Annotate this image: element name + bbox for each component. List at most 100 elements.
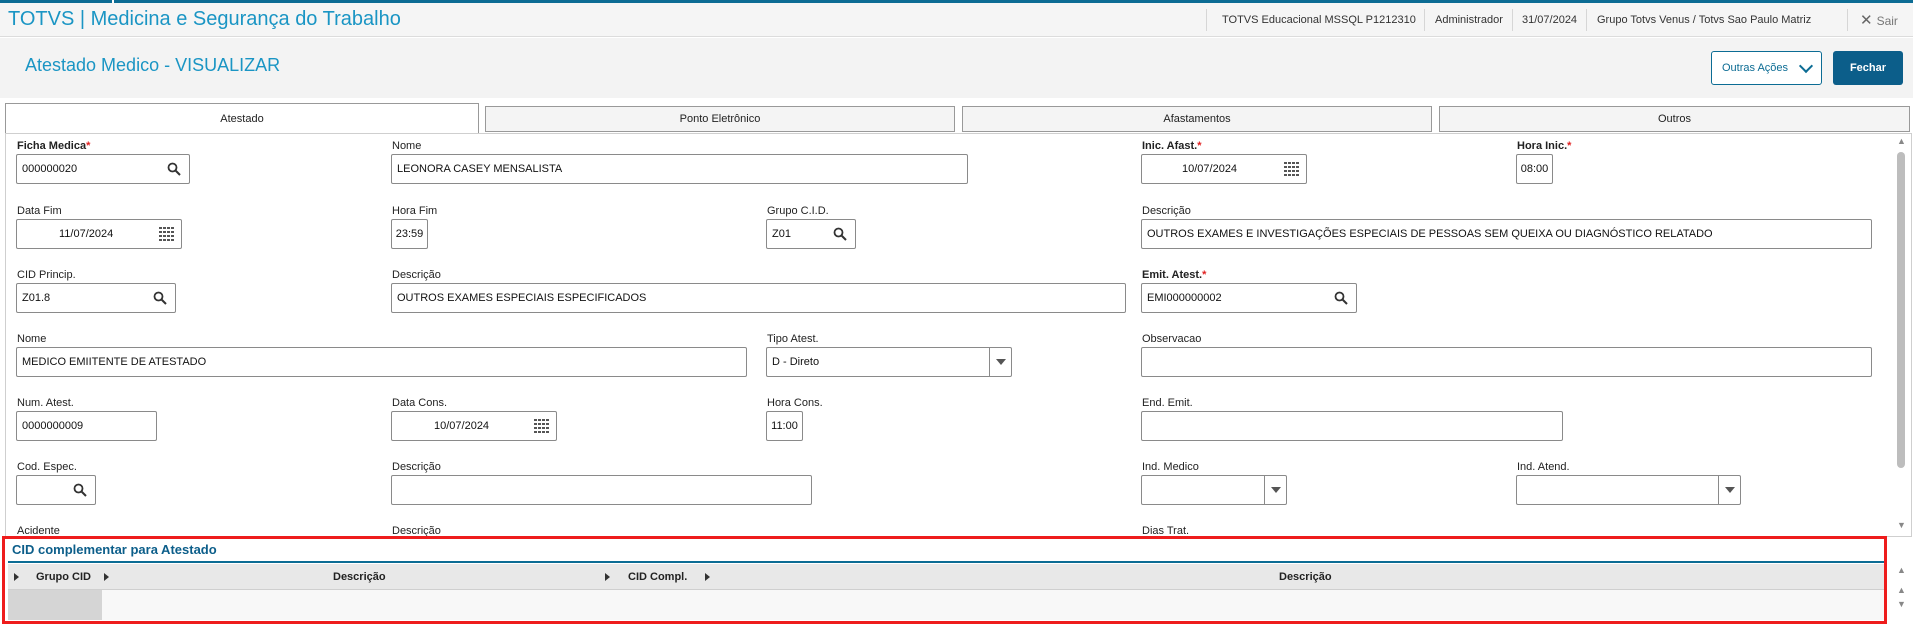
- inic-afast-field[interactable]: 10/07/2024: [1141, 154, 1307, 184]
- column-header-descricao[interactable]: Descrição: [333, 571, 386, 583]
- close-icon: ✕: [1860, 12, 1873, 29]
- table-row[interactable]: [8, 590, 1884, 620]
- observacao-label: Observacao: [1142, 333, 1202, 345]
- hora-inic-field[interactable]: 08:00: [1516, 154, 1553, 184]
- grid-scrollbar[interactable]: ▲ ▲ ▼: [1894, 565, 1908, 625]
- tab-atestado[interactable]: Atestado: [5, 103, 479, 134]
- scroll-down-icon[interactable]: ▼: [1897, 520, 1906, 530]
- search-icon[interactable]: [73, 483, 87, 497]
- divider: [1424, 9, 1425, 31]
- form-area: Ficha Medica* 000000020 Nome LEONORA CAS…: [5, 133, 1912, 537]
- divider: [1847, 9, 1848, 31]
- ind-atend-select[interactable]: [1516, 475, 1741, 505]
- descricao-grupo-field[interactable]: OUTROS EXAMES E INVESTIGAÇÕES ESPECIAIS …: [1141, 219, 1872, 249]
- column-arrow-icon[interactable]: [605, 573, 610, 581]
- search-icon[interactable]: [833, 227, 847, 241]
- other-actions-label: Outras Ações: [1722, 62, 1789, 74]
- tab-ponto-eletronico[interactable]: Ponto Eletrônico: [485, 106, 955, 132]
- hora-fim-field[interactable]: 23:59: [391, 219, 428, 249]
- page-header: Atestado Medico - VISUALIZAR Outras Açõe…: [0, 38, 1913, 98]
- hora-cons-field[interactable]: 11:00: [766, 411, 803, 441]
- end-emit-field[interactable]: [1141, 411, 1563, 441]
- environment-label: TOTVS Educacional MSSQL P1212310: [1222, 14, 1416, 26]
- scroll-top-icon[interactable]: ▲: [1897, 565, 1906, 575]
- nome-emitente-label: Nome: [17, 333, 47, 345]
- scroll-down-icon[interactable]: ▼: [1897, 599, 1906, 609]
- tab-afastamentos[interactable]: Afastamentos: [962, 106, 1432, 132]
- cod-espec-field[interactable]: [16, 475, 96, 505]
- grupo-cid-field[interactable]: Z01: [766, 219, 856, 249]
- tipo-atest-select[interactable]: D - Direto: [766, 347, 1012, 377]
- search-icon[interactable]: [1334, 291, 1348, 305]
- search-icon[interactable]: [167, 162, 181, 176]
- dropdown-arrow-icon[interactable]: [989, 348, 1011, 376]
- user-label: Administrador: [1435, 14, 1503, 26]
- grid-header: Grupo CID Descrição CID Compl. Descrição: [8, 564, 1884, 590]
- tab-outros[interactable]: Outros: [1439, 106, 1910, 132]
- calendar-icon[interactable]: [534, 419, 550, 433]
- chevron-down-icon: [1798, 58, 1814, 74]
- observacao-field[interactable]: [1141, 347, 1872, 377]
- exit-label: Sair: [1876, 14, 1898, 28]
- data-cons-label: Data Cons.: [392, 397, 448, 409]
- scroll-up-icon[interactable]: ▲: [1897, 136, 1906, 146]
- descricao-cid-field[interactable]: OUTROS EXAMES ESPECIAIS ESPECIFICADOS: [391, 283, 1126, 313]
- nome-field[interactable]: LEONORA CASEY MENSALISTA: [391, 154, 968, 184]
- column-arrow-icon[interactable]: [14, 573, 19, 581]
- scroll-up-icon[interactable]: ▲: [1897, 585, 1906, 595]
- hora-fim-label: Hora Fim: [392, 205, 438, 217]
- page-title: Atestado Medico - VISUALIZAR: [25, 55, 281, 75]
- form-scrollbar[interactable]: ▲ ▼: [1895, 136, 1907, 534]
- calendar-icon[interactable]: [159, 227, 175, 241]
- dropdown-arrow-icon[interactable]: [1264, 476, 1286, 504]
- nome-emitente-field[interactable]: MEDICO EMIITENTE DE ATESTADO: [16, 347, 747, 377]
- emit-atest-field[interactable]: EMI000000002: [1141, 283, 1357, 313]
- cid-princip-label: CID Princip.: [17, 269, 76, 281]
- divider: [1512, 9, 1513, 31]
- date-label: 31/07/2024: [1522, 14, 1578, 26]
- company-label: Grupo Totvs Venus / Totvs Sao Paulo Matr…: [1597, 14, 1812, 26]
- exit-button[interactable]: ✕ Sair: [1860, 11, 1898, 29]
- calendar-icon[interactable]: [1284, 162, 1300, 176]
- descricao-espec-field[interactable]: [391, 475, 812, 505]
- cid-complementar-section: CID complementar para Atestado Grupo CID…: [2, 536, 1887, 624]
- descricao-grupo-label: Descrição: [1142, 205, 1191, 217]
- emit-atest-label: Emit. Atest.*: [1142, 269, 1207, 281]
- search-icon[interactable]: [153, 291, 167, 305]
- grupo-cid-label: Grupo C.I.D.: [767, 205, 829, 217]
- column-header-grupo-cid[interactable]: Grupo CID: [36, 571, 91, 583]
- data-cons-field[interactable]: 10/07/2024: [391, 411, 557, 441]
- close-button[interactable]: Fechar: [1833, 51, 1903, 85]
- column-arrow-icon[interactable]: [705, 573, 710, 581]
- divider: [1206, 9, 1207, 31]
- divider: [1586, 9, 1587, 31]
- cid-princip-field[interactable]: Z01.8: [16, 283, 176, 313]
- descricao-espec-label: Descrição: [392, 461, 441, 473]
- other-actions-button[interactable]: Outras Ações: [1711, 51, 1822, 85]
- scroll-thumb[interactable]: [1897, 152, 1905, 468]
- column-arrow-icon[interactable]: [104, 573, 109, 581]
- column-header-cid-compl[interactable]: CID Compl.: [628, 571, 687, 583]
- descricao-cid-label: Descrição: [392, 269, 441, 281]
- end-emit-label: End. Emit.: [1142, 397, 1193, 409]
- dropdown-arrow-icon[interactable]: [1718, 476, 1740, 504]
- hora-inic-label: Hora Inic.*: [1517, 140, 1572, 152]
- app-title: TOTVS | Medicina e Segurança do Trabalho: [8, 8, 401, 30]
- ind-medico-label: Ind. Medico: [1142, 461, 1199, 473]
- ficha-medica-label: Ficha Medica*: [17, 140, 91, 152]
- ind-medico-select[interactable]: [1141, 475, 1287, 505]
- tipo-atest-label: Tipo Atest.: [767, 333, 819, 345]
- column-header-descricao-compl[interactable]: Descrição: [1279, 571, 1332, 583]
- ind-atend-label: Ind. Atend.: [1517, 461, 1570, 473]
- selected-cell[interactable]: [8, 590, 102, 620]
- data-fim-field[interactable]: 11/07/2024: [16, 219, 182, 249]
- num-atest-field[interactable]: 0000000009: [16, 411, 157, 441]
- num-atest-label: Num. Atest.: [17, 397, 74, 409]
- ficha-medica-field[interactable]: 000000020: [16, 154, 190, 184]
- section-divider: [8, 561, 1884, 563]
- cod-espec-label: Cod. Espec.: [17, 461, 77, 473]
- section-title: CID complementar para Atestado: [12, 542, 217, 557]
- top-bar: TOTVS | Medicina e Segurança do Trabalho…: [0, 3, 1913, 37]
- inic-afast-label: Inic. Afast.*: [1142, 140, 1202, 152]
- data-fim-label: Data Fim: [17, 205, 62, 217]
